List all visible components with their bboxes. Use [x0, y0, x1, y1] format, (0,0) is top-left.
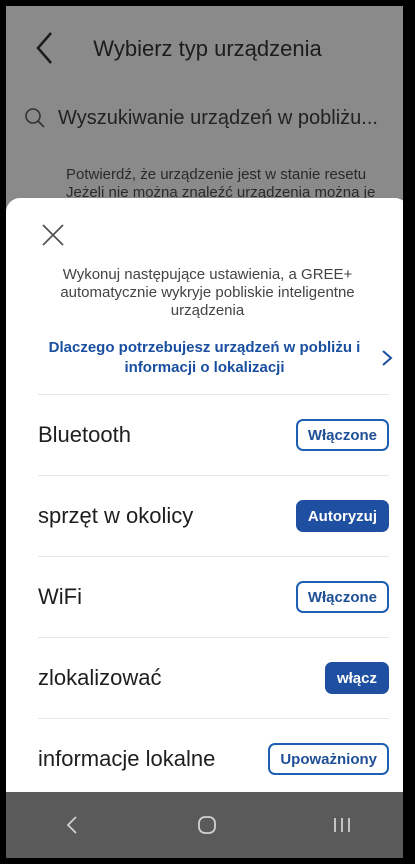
close-button[interactable] — [40, 222, 66, 248]
system-navigation-bar — [6, 792, 409, 858]
bluetooth-enabled-button[interactable]: Włączone — [295, 419, 389, 451]
permission-row-nearby-devices: sprzęt w okolicy Autoryzuj — [38, 475, 389, 556]
close-icon — [42, 224, 64, 246]
permissions-sheet: Wykonuj następujące ustawienia, a GREE+ … — [6, 198, 409, 800]
permission-list: Bluetooth Włączone sprzęt w okolicy Auto… — [38, 394, 389, 800]
permission-label: informacje lokalne — [38, 746, 216, 771]
nav-back-icon — [66, 816, 77, 834]
why-permissions-link-row[interactable]: Dlaczego potrzebujesz urządzeń w pobliżu… — [38, 336, 395, 380]
permission-row-wifi: WiFi Włączone — [38, 556, 389, 637]
permission-label: sprzęt w okolicy — [38, 503, 194, 528]
reset-hint: Potwierdź, że urządzenie jest w stanie r… — [66, 166, 386, 202]
nav-home-button[interactable] — [177, 805, 237, 845]
nav-home-icon — [198, 816, 217, 834]
authorized-button[interactable]: Upoważniony — [268, 743, 389, 775]
permission-row-location-info: informacje lokalne Upoważniony — [38, 718, 389, 800]
nearby-search-row[interactable]: Wyszukiwanie urządzeń w pobliżu... — [24, 98, 394, 138]
nav-back-button[interactable] — [43, 805, 103, 845]
why-permissions-link[interactable]: Dlaczego potrzebujesz urządzeń w pobliżu… — [38, 338, 371, 378]
search-status-text: Wyszukiwanie urządzeń w pobliżu... — [58, 106, 378, 129]
nav-recents-button[interactable] — [312, 805, 372, 845]
app-header: Wybierz typ urządzenia — [6, 6, 409, 86]
wifi-enabled-button[interactable]: Włączone — [295, 581, 389, 613]
permission-row-location: zlokalizować włącz — [38, 637, 389, 718]
permission-row-bluetooth: Bluetooth Włączone — [38, 394, 389, 475]
hint-line-1: Potwierdź, że urządzenie jest w stanie r… — [66, 166, 367, 183]
phone-screen: Wybierz typ urządzenia Wyszukiwanie urzą… — [6, 6, 409, 858]
enable-location-button[interactable]: włącz — [324, 662, 389, 694]
page-title: Wybierz typ urządzenia — [93, 36, 322, 61]
search-icon — [25, 108, 45, 128]
permission-label: zlokalizować — [38, 665, 162, 690]
chevron-right-icon — [382, 350, 393, 366]
authorize-button[interactable]: Autoryzuj — [295, 500, 389, 532]
permission-label: WiFi — [38, 584, 82, 609]
nav-recents-icon — [333, 818, 350, 832]
screen-edge — [403, 6, 409, 858]
permission-label: Bluetooth — [38, 422, 131, 447]
sheet-intro: Wykonuj następujące ustawienia, a GREE+ … — [60, 266, 355, 319]
